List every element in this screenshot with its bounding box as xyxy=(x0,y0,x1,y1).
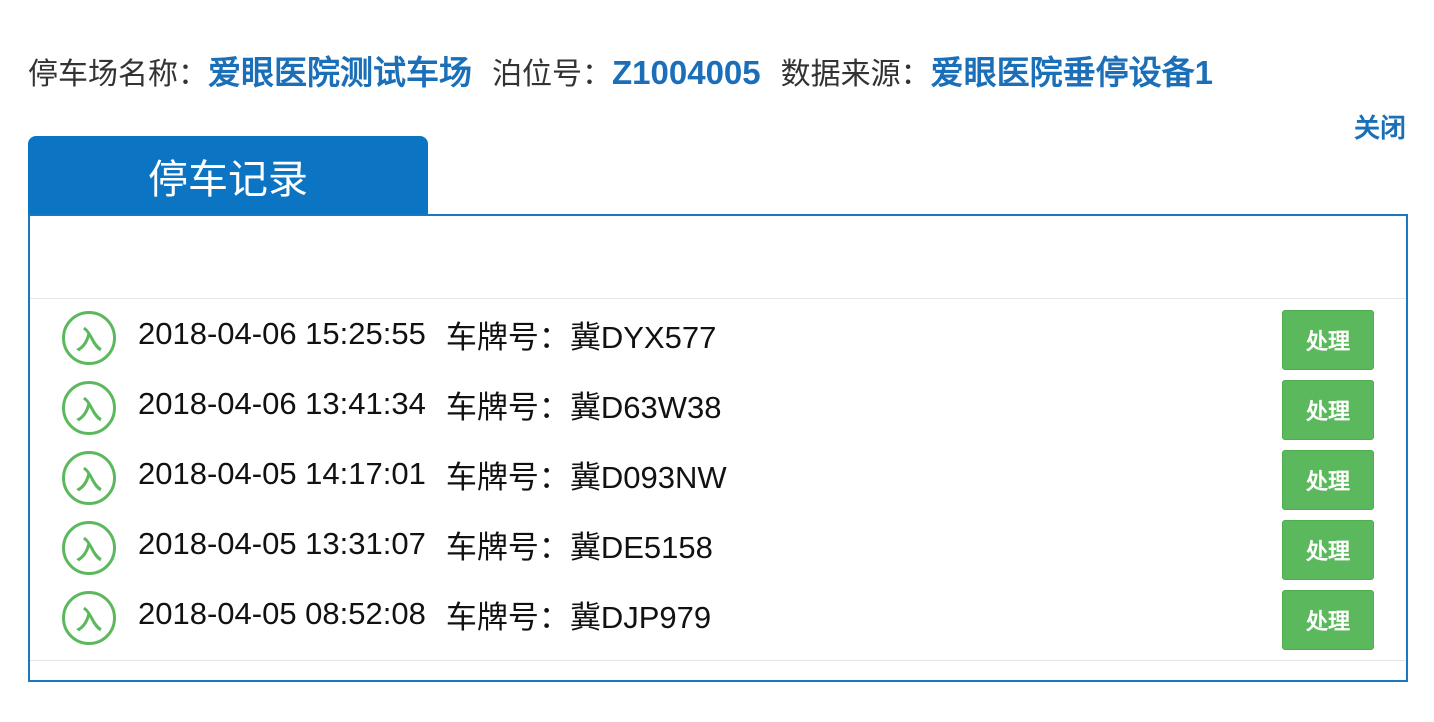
record-time: 2018-04-05 13:31:07 xyxy=(138,526,426,561)
record-info: 2018-04-06 15:25:55 车牌号： 冀DYX577 xyxy=(138,299,716,369)
plate-number: 冀D093NW xyxy=(569,459,727,495)
record-row: 入 2018-04-05 14:17:01 车牌号： 冀D093NW 处理 xyxy=(30,439,1406,510)
plate-number: 冀DYX577 xyxy=(569,319,717,355)
entry-direction-badge: 入 xyxy=(62,451,116,505)
plate-label: 车牌号： xyxy=(445,529,570,565)
handle-button[interactable]: 处理 xyxy=(1282,450,1374,510)
records-panel: 入 2018-04-06 15:25:55 车牌号： 冀DYX577 处理 入 … xyxy=(28,214,1408,682)
handle-button[interactable]: 处理 xyxy=(1282,310,1374,370)
handle-button[interactable]: 处理 xyxy=(1282,380,1374,440)
record-info: 2018-04-05 14:17:01 车牌号： 冀D093NW xyxy=(138,439,727,509)
close-link[interactable]: 关闭 xyxy=(1354,108,1406,145)
entry-direction-badge: 入 xyxy=(62,381,116,435)
record-time: 2018-04-06 15:25:55 xyxy=(138,316,426,351)
record-time: 2018-04-05 14:17:01 xyxy=(138,456,426,491)
info-header: 停车场名称： 爱眼医院测试车场 泊位号： Z1004005 数据来源： 爱眼医院… xyxy=(28,46,1233,96)
record-time: 2018-04-06 13:41:34 xyxy=(138,386,426,421)
plate-label: 车牌号： xyxy=(445,319,570,355)
plate-number: 冀D63W38 xyxy=(569,389,722,425)
berth-label: 泊位号： xyxy=(492,58,612,91)
handle-button[interactable]: 处理 xyxy=(1282,520,1374,580)
entry-direction-badge: 入 xyxy=(62,311,116,365)
plate-label: 车牌号： xyxy=(445,599,570,635)
record-row: 入 2018-04-06 13:41:34 车牌号： 冀D63W38 处理 xyxy=(30,369,1406,440)
data-source-label: 数据来源： xyxy=(780,58,931,91)
berth-number: Z1004005 xyxy=(612,54,761,91)
record-row: 入 2018-04-05 13:31:07 车牌号： 冀DE5158 处理 xyxy=(30,509,1406,580)
records-list: 入 2018-04-06 15:25:55 车牌号： 冀DYX577 处理 入 … xyxy=(30,298,1406,650)
parking-lot-label: 停车场名称： xyxy=(28,58,208,91)
record-info: 2018-04-06 13:41:34 车牌号： 冀D63W38 xyxy=(138,369,721,439)
entry-direction-badge: 入 xyxy=(62,521,116,575)
parking-lot-name: 爱眼医院测试车场 xyxy=(208,54,472,91)
entry-direction-badge: 入 xyxy=(62,591,116,645)
data-source-value: 爱眼医院垂停设备1 xyxy=(930,54,1213,91)
record-time: 2018-04-05 08:52:08 xyxy=(138,596,426,631)
tab-parking-records[interactable]: 停车记录 xyxy=(28,136,428,216)
record-row: 入 2018-04-05 08:52:08 车牌号： 冀DJP979 处理 xyxy=(30,579,1406,650)
handle-button[interactable]: 处理 xyxy=(1282,590,1374,650)
tab-label: 停车记录 xyxy=(148,158,308,202)
record-row: 入 2018-04-06 15:25:55 车牌号： 冀DYX577 处理 xyxy=(30,299,1406,370)
record-info: 2018-04-05 13:31:07 车牌号： 冀DE5158 xyxy=(138,509,713,579)
plate-label: 车牌号： xyxy=(445,389,570,425)
plate-number: 冀DE5158 xyxy=(569,529,713,565)
record-info: 2018-04-05 08:52:08 车牌号： 冀DJP979 xyxy=(138,579,711,649)
plate-label: 车牌号： xyxy=(445,459,570,495)
list-divider xyxy=(30,660,1406,661)
plate-number: 冀DJP979 xyxy=(569,599,712,635)
